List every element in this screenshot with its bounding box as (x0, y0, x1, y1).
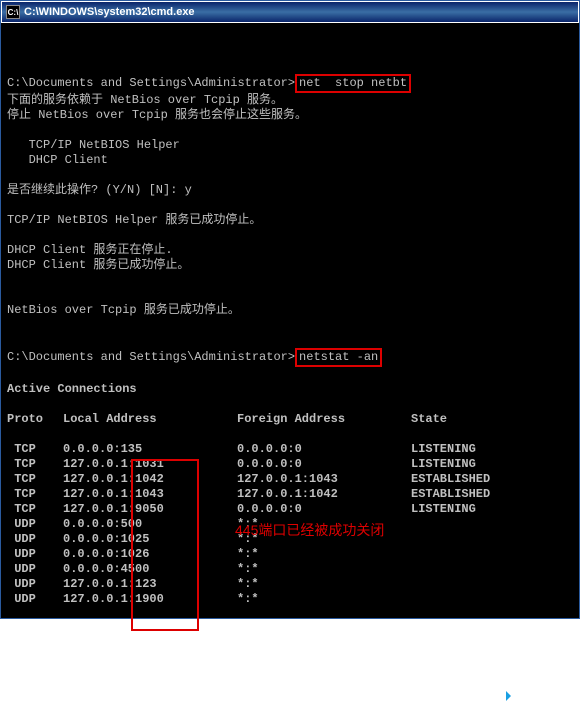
blank-line (7, 318, 14, 332)
table-row: UDP0.0.0.0:1026*:* (7, 547, 490, 562)
cell-foreign: *:* (237, 592, 411, 607)
table-row: TCP0.0.0.0:1350.0.0.0:0LISTENING (7, 442, 490, 457)
cell-foreign: 127.0.0.1:1042 (237, 487, 411, 502)
cell-foreign: 127.0.0.1:1043 (237, 472, 411, 487)
netstat-header-row: ProtoLocal AddressForeign AddressState (7, 412, 447, 427)
cell-foreign: *:* (237, 577, 411, 592)
blank-line (7, 168, 14, 182)
cell-state (411, 517, 490, 532)
blank-line (7, 123, 14, 137)
cell-state: LISTENING (411, 457, 490, 472)
table-row: UDP127.0.0.1:1900*:* (7, 592, 490, 607)
output-line: DHCP Client 服务正在停止. (7, 243, 173, 257)
cell-state (411, 547, 490, 562)
blank-line (7, 228, 14, 242)
cell-proto: UDP (7, 562, 63, 577)
cell-proto: TCP (7, 502, 63, 517)
blank-line (7, 397, 14, 411)
window-title: C:\WINDOWS\system32\cmd.exe (24, 6, 195, 18)
cell-state (411, 532, 490, 547)
blank-line (7, 288, 14, 302)
cell-proto: UDP (7, 517, 63, 532)
output-line: NetBios over Tcpip 服务已成功停止。 (7, 303, 240, 317)
table-row: TCP127.0.0.1:10310.0.0.0:0LISTENING (7, 457, 490, 472)
cell-proto: UDP (7, 532, 63, 547)
cell-proto: TCP (7, 457, 63, 472)
cell-state: LISTENING (411, 442, 490, 457)
cell-proto: TCP (7, 487, 63, 502)
cell-state (411, 562, 490, 577)
blank-line (7, 333, 14, 347)
cell-foreign: 0.0.0.0:0 (237, 502, 411, 517)
col-local: Local Address (63, 412, 237, 427)
output-line: DHCP Client (7, 153, 108, 167)
cell-foreign: *:* (237, 547, 411, 562)
blank-line (7, 59, 14, 73)
cell-proto: UDP (7, 577, 63, 592)
cell-local: 0.0.0.0:135 (63, 442, 237, 457)
output-line: DHCP Client 服务已成功停止。 (7, 258, 189, 272)
output-line: 下面的服务依赖于 NetBios over Tcpip 服务。 (7, 93, 283, 107)
blank-line (7, 367, 14, 381)
cell-foreign: *:* (237, 562, 411, 577)
col-proto: Proto (7, 412, 63, 427)
blank-line (7, 198, 14, 212)
cell-state: ESTABLISHED (411, 487, 490, 502)
confirm-line: 是否继续此操作? (Y/N) [N]: y (7, 183, 192, 197)
cell-foreign: 0.0.0.0:0 (237, 457, 411, 472)
title-bar[interactable]: C:\ C:\WINDOWS\system32\cmd.exe (1, 1, 579, 23)
table-row: TCP127.0.0.1:90500.0.0.0:0LISTENING (7, 502, 490, 517)
cmd-window: C:\ C:\WINDOWS\system32\cmd.exe C:\Docum… (0, 0, 580, 619)
highlight-cmd2: netstat -an (295, 348, 382, 367)
highlight-port-column (131, 459, 199, 631)
prompt-line-1: C:\Documents and Settings\Administrator>… (7, 76, 411, 90)
col-state: State (411, 412, 447, 427)
watermark-brand: 快科技KKJ.CN (524, 680, 571, 712)
cell-state (411, 577, 490, 592)
active-connections-header: Active Connections (7, 382, 137, 396)
col-foreign: Foreign Address (237, 412, 411, 427)
terminal-output[interactable]: C:\Documents and Settings\Administrator>… (1, 23, 579, 718)
cell-proto: UDP (7, 592, 63, 607)
watermark-logo-icon (502, 687, 520, 705)
cell-state: ESTABLISHED (411, 472, 490, 487)
output-line: 停止 NetBios over Tcpip 服务也会停止这些服务。 (7, 108, 307, 122)
output-line: TCP/IP NetBIOS Helper (7, 138, 180, 152)
cell-proto: TCP (7, 442, 63, 457)
cell-state (411, 592, 490, 607)
highlight-cmd1: net stop netbt (295, 74, 411, 93)
table-row: TCP127.0.0.1:1043127.0.0.1:1042ESTABLISH… (7, 487, 490, 502)
cell-foreign: 0.0.0.0:0 (237, 442, 411, 457)
cell-proto: TCP (7, 472, 63, 487)
cell-proto: UDP (7, 547, 63, 562)
watermark: 快科技KKJ.CN (502, 680, 571, 712)
output-line: TCP/IP NetBIOS Helper 服务已成功停止。 (7, 213, 261, 227)
blank-line (7, 273, 14, 287)
blank-line (7, 44, 14, 58)
table-row: TCP127.0.0.1:1042127.0.0.1:1043ESTABLISH… (7, 472, 490, 487)
prompt-line-2: C:\Documents and Settings\Administrator>… (7, 350, 382, 364)
cell-state: LISTENING (411, 502, 490, 517)
table-row: UDP127.0.0.1:123*:* (7, 577, 490, 592)
annotation-445-closed: 445端口已经被成功关闭 (235, 523, 384, 538)
table-row: UDP0.0.0.0:4500*:* (7, 562, 490, 577)
cmd-icon: C:\ (6, 5, 20, 19)
